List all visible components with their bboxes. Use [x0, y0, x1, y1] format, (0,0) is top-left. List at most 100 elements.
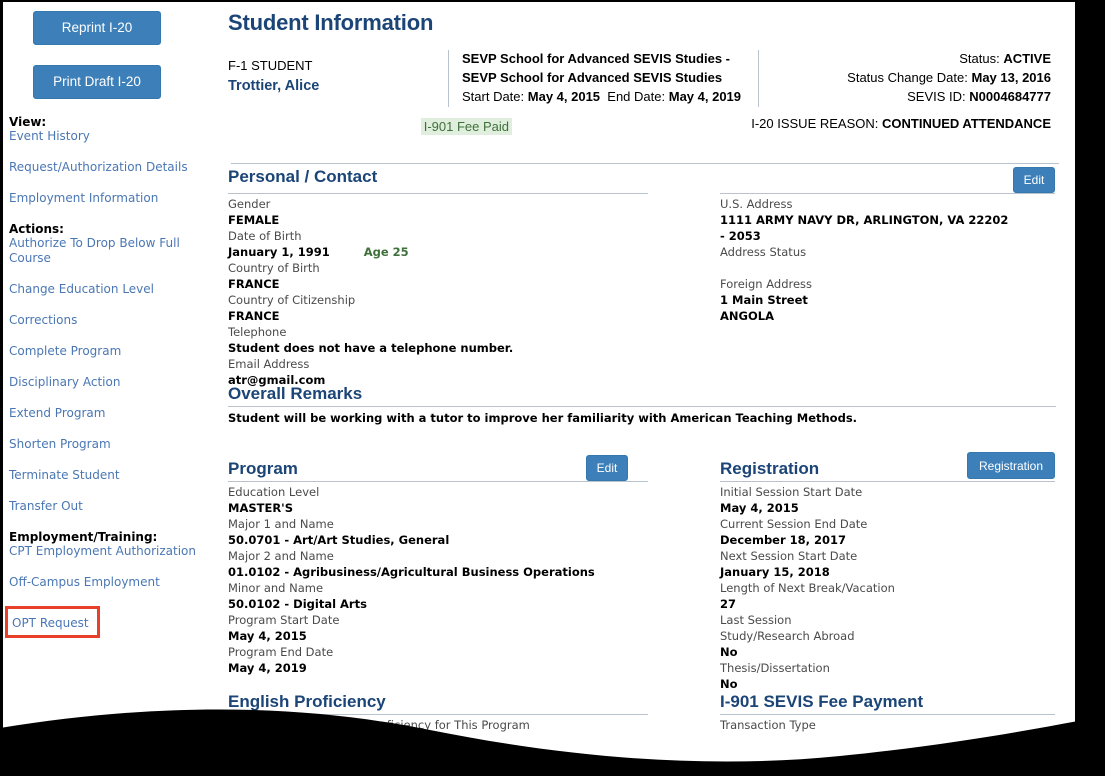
i901-fee-paid-badge: I-901 Fee Paid: [420, 118, 512, 135]
foreign-address-line-1: 1 Main Street: [720, 292, 808, 307]
start-date-value: May 4, 2015: [527, 88, 601, 104]
gender-label: Gender: [228, 197, 271, 211]
major-1-label: Major 1 and Name: [228, 516, 334, 531]
us-address-label: U.S. Address: [720, 197, 793, 211]
major-1-value: 50.0701 - Art/Art Studies, General: [228, 532, 450, 547]
sevis-id-label: SEVIS ID:: [907, 88, 966, 104]
i20-issue-reason-value: CONTINUED ATTENDANCE: [882, 116, 1051, 131]
gender-value: FEMALE: [228, 212, 280, 227]
study-research-abroad-value: No: [720, 644, 738, 659]
current-session-end-date-value: December 18, 2017: [720, 532, 847, 547]
sidebar-item-request-authorization-details[interactable]: Request/Authorization Details: [9, 160, 219, 175]
country-of-birth-value: FRANCE: [228, 276, 280, 291]
sidebar-item-transfer-out[interactable]: Transfer Out: [9, 499, 219, 514]
reprint-i20-button[interactable]: Reprint I-20: [33, 11, 161, 45]
length-of-next-break-label: Length of Next Break/Vacation: [720, 580, 895, 595]
country-of-citizenship-label: Country of Citizenship: [228, 292, 356, 307]
program-end-date-label: Program End Date: [228, 644, 334, 659]
email-address-label: Email Address: [228, 356, 310, 371]
i901-sevis-fee-payment-title: I-901 SEVIS Fee Payment: [720, 692, 924, 711]
sidebar-item-off-campus-employment[interactable]: Off-Campus Employment: [9, 575, 219, 590]
status-info: Status: ACTIVE Status Change Date: May 1…: [758, 50, 1056, 107]
overall-remarks-text: Student will be working with a tutor to …: [228, 411, 858, 425]
school-requires-english-proficiency-value: Yes: [228, 733, 250, 748]
sevis-id-row: SEVIS ID: N0004684777: [769, 88, 1051, 107]
header-footer-row: I-901 Fee Paid I-20 ISSUE REASON: CONTIN…: [228, 116, 1056, 135]
major-2-label: Major 2 and Name: [228, 548, 334, 563]
country-of-citizenship-value: FRANCE: [228, 308, 280, 323]
telephone-label: Telephone: [228, 324, 287, 339]
status-change-label: Status Change Date:: [847, 69, 968, 85]
sidebar: Reprint I-20 Print Draft I-20 View: Even…: [3, 2, 225, 776]
sidebar-item-opt-request[interactable]: OPT Request: [12, 616, 89, 630]
address-status-value: [720, 261, 1055, 277]
sidebar-item-corrections[interactable]: Corrections: [9, 313, 219, 328]
age-value: Age 25: [363, 244, 409, 259]
program-start-date-value: May 4, 2015: [228, 628, 307, 643]
school-requires-english-proficiency-label: School Requires English Proficiency for …: [228, 718, 530, 732]
major-2-value: 01.0102 - Agribusiness/Agricultural Busi…: [228, 564, 595, 579]
length-of-next-break-value: 27: [720, 596, 737, 611]
student-identity: F-1 STUDENT Trottier, Alice: [228, 50, 448, 97]
overall-remarks-title: Overall Remarks: [228, 384, 363, 403]
education-level-value: MASTER'S: [228, 500, 293, 515]
status-change-value: May 13, 2016: [971, 69, 1051, 85]
sidebar-item-change-education-level[interactable]: Change Education Level: [9, 282, 219, 297]
sidebar-item-disciplinary-action[interactable]: Disciplinary Action: [9, 375, 219, 390]
date-of-birth-label: Date of Birth: [228, 228, 302, 243]
sidebar-item-employment-information[interactable]: Employment Information: [9, 191, 219, 206]
status-change-row: Status Change Date: May 13, 2016: [769, 69, 1051, 88]
opt-request-highlight-box: OPT Request: [5, 606, 100, 638]
program-section: Program Edit Education Level MASTER'S Ma…: [228, 455, 648, 677]
personal-contact-edit-button[interactable]: Edit: [1013, 167, 1055, 193]
telephone-value: Student does not have a telephone number…: [228, 340, 514, 355]
sidebar-item-shorten-program[interactable]: Shorten Program: [9, 437, 219, 452]
thesis-dissertation-value: No: [720, 676, 738, 691]
transaction-type-label: Transaction Type: [720, 718, 816, 732]
program-edit-button[interactable]: Edit: [586, 455, 628, 481]
student-name: Trottier, Alice: [228, 77, 320, 94]
sidebar-item-extend-program[interactable]: Extend Program: [9, 406, 219, 421]
view-heading: View:: [9, 115, 47, 129]
minor-value: 50.0102 - Digital Arts: [228, 596, 367, 611]
study-research-abroad-label: Study/Research Abroad: [720, 628, 855, 643]
registration-title: Registration: [720, 459, 820, 478]
overall-remarks-section: Overall Remarks Student will be working …: [228, 384, 1056, 427]
us-address-line-1: 1111 ARMY NAVY DR, ARLINGTON, VA 22202: [720, 212, 1009, 227]
screenshot-root: Reprint I-20 Print Draft I-20 View: Even…: [0, 0, 1105, 776]
program-end-date-value: May 4, 2019: [228, 660, 307, 675]
program-title: Program: [228, 459, 298, 478]
sidebar-item-terminate-student[interactable]: Terminate Student: [9, 468, 219, 483]
next-session-start-date-value: January 15, 2018: [720, 564, 830, 579]
school-info: SEVP School for Advanced SEVIS Studies -…: [448, 50, 758, 107]
i20-issue-reason-label: I-20 ISSUE REASON:: [751, 116, 879, 131]
sidebar-item-complete-program[interactable]: Complete Program: [9, 344, 219, 359]
status-badge: ACTIVE: [1003, 51, 1051, 66]
end-date-value: May 4, 2019: [668, 88, 742, 104]
right-border: [1075, 0, 1105, 776]
sidebar-item-event-history[interactable]: Event History: [9, 129, 219, 144]
start-date-label: Start Date:: [462, 88, 525, 104]
address-status-label: Address Status: [720, 244, 807, 259]
english-proficiency-section: English Proficiency School Requires Engl…: [228, 692, 648, 766]
i901-sevis-fee-payment-section: I-901 SEVIS Fee Payment Transaction Type: [720, 692, 1055, 734]
current-session-end-date-label: Current Session End Date: [720, 516, 868, 531]
registration-section: Registration Registration Initial Sessio…: [720, 452, 1055, 693]
date-of-birth-value: January 1, 1991: [228, 244, 330, 259]
end-date-label: End Date:: [607, 88, 666, 104]
personal-contact-title: Personal / Contact: [228, 167, 378, 186]
us-address-line-2: - 2053: [720, 228, 761, 243]
top-border: [0, 0, 1105, 2]
education-level-label: Education Level: [228, 485, 320, 499]
registration-button[interactable]: Registration: [967, 452, 1055, 479]
employment-training-heading: Employment/Training:: [9, 530, 158, 544]
print-draft-i20-button[interactable]: Print Draft I-20: [33, 65, 161, 99]
sidebar-item-authorize-to-drop-below-full-course[interactable]: Authorize To Drop Below Full Course: [9, 236, 219, 266]
sidebar-nav: View: Event History Request/Authorizatio…: [5, 115, 219, 638]
student-meets-english-proficiency-label: Student Meets English Proficiency: [228, 749, 423, 764]
sidebar-item-cpt-employment-authorization[interactable]: CPT Employment Authorization: [9, 544, 219, 559]
thesis-dissertation-label: Thesis/Dissertation: [720, 660, 830, 675]
initial-session-start-date-label: Initial Session Start Date: [720, 485, 863, 499]
status-label: Status:: [959, 51, 1000, 66]
school-line-1: SEVP School for Advanced SEVIS Studies -: [462, 51, 731, 66]
